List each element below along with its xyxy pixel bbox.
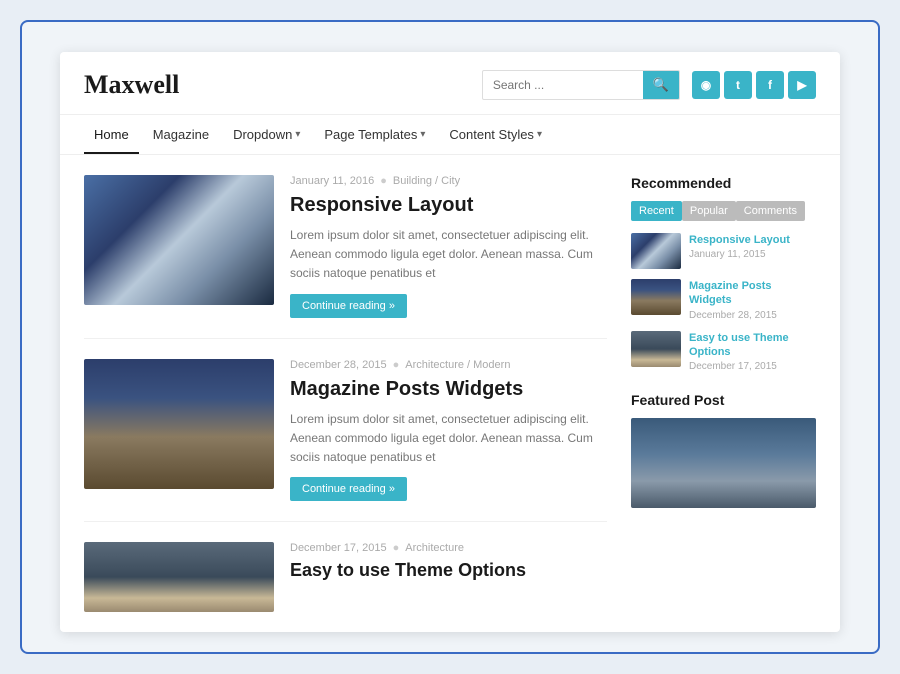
post-item: January 11, 2016 ● Building / City Respo… bbox=[84, 175, 607, 339]
chevron-down-icon: ▾ bbox=[420, 129, 425, 140]
post-thumbnail bbox=[84, 175, 274, 305]
rss-icon[interactable]: ◉ bbox=[692, 71, 720, 99]
post-date: December 28, 2015 bbox=[290, 359, 387, 371]
post-date: December 17, 2015 bbox=[290, 542, 387, 554]
featured-title: Featured Post bbox=[631, 392, 816, 408]
post-meta: January 11, 2016 ● Building / City bbox=[290, 175, 607, 187]
post-meta: December 28, 2015 ● Architecture / Moder… bbox=[290, 359, 607, 371]
post-category: Building / City bbox=[393, 175, 460, 187]
post-title: Magazine Posts Widgets bbox=[290, 376, 607, 402]
recommended-item: Easy to use Theme Options December 17, 2… bbox=[631, 331, 816, 373]
sidebar: Recommended Recent Popular Comments Resp… bbox=[631, 175, 816, 612]
nav-item-page-templates[interactable]: Page Templates ▾ bbox=[314, 115, 435, 154]
tab-comments[interactable]: Comments bbox=[736, 201, 805, 221]
rec-thumbnail bbox=[631, 279, 681, 315]
featured-section: Featured Post bbox=[631, 392, 816, 508]
search-box: 🔍 bbox=[482, 70, 680, 100]
facebook-icon[interactable]: f bbox=[756, 71, 784, 99]
recommended-section: Recommended Recent Popular Comments Resp… bbox=[631, 175, 816, 372]
rec-thumbnail bbox=[631, 331, 681, 367]
post-content: December 28, 2015 ● Architecture / Moder… bbox=[290, 359, 607, 502]
chevron-down-icon: ▾ bbox=[537, 129, 542, 140]
post-thumbnail bbox=[84, 359, 274, 489]
post-excerpt: Lorem ipsum dolor sit amet, consectetuer… bbox=[290, 410, 607, 468]
tab-popular[interactable]: Popular bbox=[682, 201, 736, 221]
site-logo: Maxwell bbox=[84, 70, 179, 100]
featured-thumbnail bbox=[631, 418, 816, 508]
post-category: Architecture / Modern bbox=[405, 359, 510, 371]
posts-column: January 11, 2016 ● Building / City Respo… bbox=[84, 175, 607, 612]
social-icons: ◉ t f ▶ bbox=[692, 71, 816, 99]
nav-item-home[interactable]: Home bbox=[84, 115, 139, 154]
header-right: 🔍 ◉ t f ▶ bbox=[482, 70, 816, 100]
post-excerpt: Lorem ipsum dolor sit amet, consectetuer… bbox=[290, 226, 607, 284]
post-content: January 11, 2016 ● Building / City Respo… bbox=[290, 175, 607, 318]
twitter-icon[interactable]: t bbox=[724, 71, 752, 99]
site-header: Maxwell 🔍 ◉ t f ▶ bbox=[60, 52, 840, 115]
rec-title[interactable]: Responsive Layout bbox=[689, 233, 790, 247]
youtube-icon[interactable]: ▶ bbox=[788, 71, 816, 99]
recommended-item: Responsive Layout January 11, 2015 bbox=[631, 233, 816, 269]
rec-title[interactable]: Easy to use Theme Options bbox=[689, 331, 816, 360]
search-button[interactable]: 🔍 bbox=[643, 71, 679, 99]
post-title: Responsive Layout bbox=[290, 192, 607, 218]
rec-date: December 17, 2015 bbox=[689, 361, 816, 372]
meta-separator: ● bbox=[393, 542, 400, 554]
rec-content: Magazine Posts Widgets December 28, 2015 bbox=[689, 279, 816, 321]
search-input[interactable] bbox=[483, 72, 643, 98]
meta-separator: ● bbox=[393, 359, 400, 371]
meta-separator: ● bbox=[380, 175, 387, 187]
browser-card: Maxwell 🔍 ◉ t f ▶ Home Magazine Dropdown… bbox=[60, 52, 840, 632]
rec-content: Easy to use Theme Options December 17, 2… bbox=[689, 331, 816, 373]
recommended-item: Magazine Posts Widgets December 28, 2015 bbox=[631, 279, 816, 321]
post-category: Architecture bbox=[405, 542, 464, 554]
post-thumbnail bbox=[84, 542, 274, 612]
post-item: December 28, 2015 ● Architecture / Moder… bbox=[84, 359, 607, 523]
main-content: January 11, 2016 ● Building / City Respo… bbox=[60, 155, 840, 632]
post-item: December 17, 2015 ● Architecture Easy to… bbox=[84, 542, 607, 612]
rec-date: January 11, 2015 bbox=[689, 249, 790, 260]
post-content: December 17, 2015 ● Architecture Easy to… bbox=[290, 542, 607, 612]
recommended-tabs: Recent Popular Comments bbox=[631, 201, 816, 221]
post-meta: December 17, 2015 ● Architecture bbox=[290, 542, 607, 554]
chevron-down-icon: ▾ bbox=[295, 129, 300, 140]
rec-title[interactable]: Magazine Posts Widgets bbox=[689, 279, 816, 308]
rec-content: Responsive Layout January 11, 2015 bbox=[689, 233, 790, 260]
outer-frame: Maxwell 🔍 ◉ t f ▶ Home Magazine Dropdown… bbox=[20, 20, 880, 654]
rec-thumbnail bbox=[631, 233, 681, 269]
post-title: Easy to use Theme Options bbox=[290, 559, 607, 582]
tab-recent[interactable]: Recent bbox=[631, 201, 682, 221]
continue-reading-button[interactable]: Continue reading » bbox=[290, 477, 407, 501]
nav-item-content-styles[interactable]: Content Styles ▾ bbox=[439, 115, 552, 154]
site-nav: Home Magazine Dropdown ▾ Page Templates … bbox=[60, 115, 840, 155]
recommended-title: Recommended bbox=[631, 175, 816, 191]
rec-date: December 28, 2015 bbox=[689, 310, 816, 321]
post-date: January 11, 2016 bbox=[290, 175, 374, 187]
continue-reading-button[interactable]: Continue reading » bbox=[290, 294, 407, 318]
nav-item-dropdown[interactable]: Dropdown ▾ bbox=[223, 115, 310, 154]
nav-item-magazine[interactable]: Magazine bbox=[143, 115, 219, 154]
